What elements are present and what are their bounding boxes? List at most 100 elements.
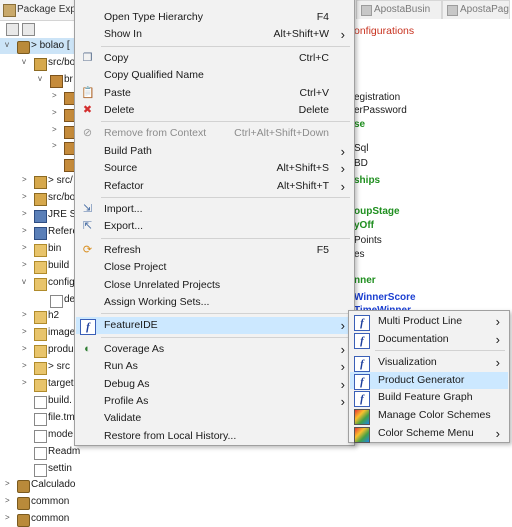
menu-item-label: Delete: [104, 104, 135, 116]
menu-item-close-project[interactable]: Close Project: [76, 259, 353, 276]
collapsed-chevron-icon[interactable]: >: [5, 479, 15, 488]
menu-item-paste[interactable]: 📋 Paste Ctrl+V: [76, 85, 353, 102]
collapsed-chevron-icon[interactable]: >: [22, 192, 32, 201]
menu-item-export[interactable]: ⇱ Export...: [76, 218, 353, 235]
menu-separator: [101, 237, 350, 239]
submenu-item-documentation[interactable]: f Documentation ›: [350, 331, 508, 349]
editor-tab-aposta-page[interactable]: ApostaPag: [442, 0, 510, 19]
collapsed-chevron-icon[interactable]: >: [52, 141, 62, 150]
menu-separator: [101, 313, 350, 315]
menu-item-copy-qualified-name[interactable]: Copy Qualified Name: [76, 67, 353, 84]
submenu-item-product-generator[interactable]: f Product Generator: [350, 371, 508, 390]
folder-icon: [34, 243, 47, 257]
menu-item-validate[interactable]: Validate: [76, 410, 353, 427]
menu-item-import[interactable]: ⇲ Import...: [76, 201, 353, 218]
code-line: BD: [354, 158, 368, 169]
project-icon: [17, 514, 30, 527]
collapsed-chevron-icon[interactable]: >: [22, 209, 32, 218]
menu-item-coverage-as[interactable]: ◐ Coverage As ›: [76, 341, 353, 358]
menu-item-open-type-hierarchy[interactable]: Open Type Hierarchy F4: [76, 9, 353, 26]
collapsed-chevron-icon[interactable]: >: [5, 496, 15, 505]
submenu-arrow-icon: ›: [495, 314, 500, 329]
collapsed-chevron-icon[interactable]: >: [22, 378, 32, 387]
menu-item-profile-as[interactable]: Profile As ›: [76, 393, 353, 410]
tree-item[interactable]: settin: [0, 461, 100, 477]
menu-item-show-in[interactable]: Show In Alt+Shift+W ›: [76, 26, 353, 43]
menu-item-label: Assign Working Sets...: [104, 296, 210, 308]
submenu-arrow-icon: ›: [495, 331, 500, 347]
code-line: es: [354, 249, 365, 260]
collapsed-chevron-icon[interactable]: >: [22, 226, 32, 235]
menu-item-label: Copy Qualified Name: [104, 69, 204, 82]
menu-separator: [101, 45, 350, 47]
collapsed-chevron-icon[interactable]: >: [22, 344, 32, 353]
expanded-chevron-icon[interactable]: v: [22, 57, 32, 66]
menu-item-assign-working-sets[interactable]: Assign Working Sets...: [76, 294, 353, 311]
folder-icon: [34, 311, 47, 325]
menu-item-delete[interactable]: ✖ Delete Delete: [76, 102, 353, 119]
collapsed-chevron-icon[interactable]: >: [22, 310, 32, 319]
menu-item-remove-from-context[interactable]: ⊘ Remove from Context Ctrl+Alt+Shift+Down: [76, 125, 353, 142]
menu-item-label: Coverage As: [104, 342, 165, 355]
menu-item-label: Source: [104, 162, 138, 175]
collapsed-chevron-icon[interactable]: >: [52, 125, 62, 134]
code-line: erPassword: [354, 105, 407, 116]
submenu-arrow-icon: ›: [340, 27, 345, 43]
menu-item-shortcut: Ctrl+V: [299, 86, 329, 99]
menu-item-refactor[interactable]: Refactor Alt+Shift+T ›: [76, 178, 353, 195]
collapsed-chevron-icon[interactable]: >: [52, 108, 62, 117]
editor-tab-aposta-business[interactable]: ApostaBusin: [356, 0, 442, 19]
menu-item-label: Restore from Local History...: [104, 429, 237, 442]
link-with-editor-icon[interactable]: [22, 23, 35, 36]
collapsed-chevron-icon[interactable]: >: [22, 243, 32, 252]
menu-item-featureide[interactable]: f FeatureIDE ›: [76, 317, 353, 336]
collapsed-chevron-icon[interactable]: >: [22, 260, 32, 269]
collapsed-chevron-icon[interactable]: >: [52, 91, 62, 100]
collapsed-chevron-icon[interactable]: >: [5, 513, 15, 522]
tree-item-label: build: [48, 259, 70, 271]
tree-item[interactable]: > Calculado: [0, 477, 100, 494]
tree-item[interactable]: > common: [0, 494, 100, 511]
submenu-item-multi-product-line[interactable]: f Multi Product Line ›: [350, 313, 508, 331]
tree-item[interactable]: > common: [0, 511, 100, 527]
expanded-chevron-icon[interactable]: v: [22, 277, 32, 286]
collapsed-chevron-icon[interactable]: >: [22, 361, 32, 370]
submenu-item-build-feature-graph[interactable]: f Build Feature Graph: [350, 389, 508, 408]
collapsed-chevron-icon[interactable]: >: [22, 327, 32, 336]
menu-item-copy[interactable]: ❐ Copy Ctrl+C: [76, 50, 353, 67]
submenu-item-label: Product Generator: [378, 373, 465, 386]
java-file-icon: [447, 5, 458, 16]
tree-item-label: settin: [48, 462, 72, 474]
tree-item-label: config: [48, 276, 75, 288]
menu-separator: [101, 197, 350, 198]
tree-item-label: > bolao [: [31, 40, 70, 51]
submenu-item-label: Manage Color Schemes: [378, 409, 491, 421]
menu-item-refresh[interactable]: ⟳ Refresh F5: [76, 242, 353, 259]
code-line: Sql: [354, 143, 369, 154]
menu-item-label: Build Path: [104, 144, 152, 157]
menu-item-restore-from-local-history[interactable]: Restore from Local History...: [76, 428, 353, 445]
expanded-chevron-icon[interactable]: v: [38, 74, 48, 83]
expanded-chevron-icon[interactable]: v: [5, 40, 15, 49]
menu-separator: [101, 121, 350, 123]
menu-item-build-path[interactable]: Build Path ›: [76, 143, 353, 160]
collapse-all-icon[interactable]: [6, 23, 19, 36]
library-icon: [34, 226, 47, 240]
submenu-arrow-icon: ›: [340, 394, 345, 409]
folder-icon: [34, 260, 47, 274]
collapsed-chevron-icon[interactable]: >: [22, 175, 32, 184]
submenu-item-color-scheme-menu[interactable]: Color Scheme Menu ›: [350, 425, 508, 443]
menu-item-shortcut: Ctrl+C: [298, 51, 329, 64]
menu-item-debug-as[interactable]: Debug As ›: [76, 376, 353, 393]
menu-item-run-as[interactable]: Run As ›: [76, 358, 353, 375]
menu-separator: [101, 336, 350, 338]
submenu-item-visualization[interactable]: f Visualization ›: [350, 354, 508, 373]
menu-item-close-unrelated-projects[interactable]: Close Unrelated Projects: [76, 277, 353, 294]
submenu-item-manage-color-schemes[interactable]: Manage Color Schemes: [350, 407, 508, 425]
submenu-item-label: Color Scheme Menu: [378, 426, 474, 439]
menu-item-label: Refresh: [104, 243, 141, 256]
menu-item-source[interactable]: Source Alt+Shift+S ›: [76, 160, 353, 177]
file-icon: [34, 412, 47, 426]
folder-icon: [34, 345, 47, 359]
tree-item-label: src/bo: [48, 192, 76, 204]
